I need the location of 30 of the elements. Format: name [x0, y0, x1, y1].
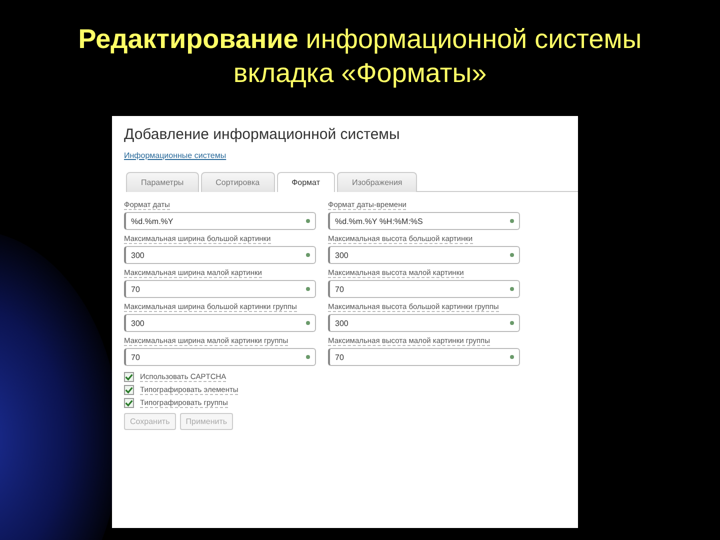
checkbox[interactable]: [124, 398, 134, 408]
dot-icon: [510, 253, 514, 257]
input-field[interactable]: 300: [328, 314, 520, 332]
checkbox[interactable]: [124, 372, 134, 382]
dot-icon: [510, 355, 514, 359]
input-field[interactable]: 70: [124, 280, 316, 298]
dot-icon: [510, 321, 514, 325]
dot-icon: [306, 321, 310, 325]
checkbox[interactable]: [124, 385, 134, 395]
input-field[interactable]: 300: [124, 314, 316, 332]
tab[interactable]: Сортировка: [200, 172, 275, 192]
input-field[interactable]: 70: [328, 348, 520, 366]
input-field[interactable]: 70: [328, 280, 520, 298]
tab[interactable]: Формат: [276, 172, 335, 192]
dot-icon: [306, 219, 310, 223]
dot-icon: [306, 253, 310, 257]
tab[interactable]: Параметры: [126, 172, 199, 192]
input-field[interactable]: %d.%m.%Y %H:%M:%S: [328, 212, 520, 230]
breadcrumb-link[interactable]: Информационные системы: [124, 151, 226, 160]
slide-title: Редактирование информационной системы вкладка «Форматы»: [77, 23, 643, 90]
input-field[interactable]: 300: [328, 246, 520, 264]
dot-icon: [510, 287, 514, 291]
input-field[interactable]: 70: [124, 348, 316, 366]
page-heading: Добавление информационной системы: [124, 126, 401, 143]
dot-icon: [306, 287, 310, 291]
input-field[interactable]: 300: [124, 246, 316, 264]
dot-icon: [510, 219, 514, 223]
input-field[interactable]: %d.%m.%Y: [124, 212, 316, 230]
tab[interactable]: Изображения: [336, 172, 418, 192]
dot-icon: [306, 355, 310, 359]
